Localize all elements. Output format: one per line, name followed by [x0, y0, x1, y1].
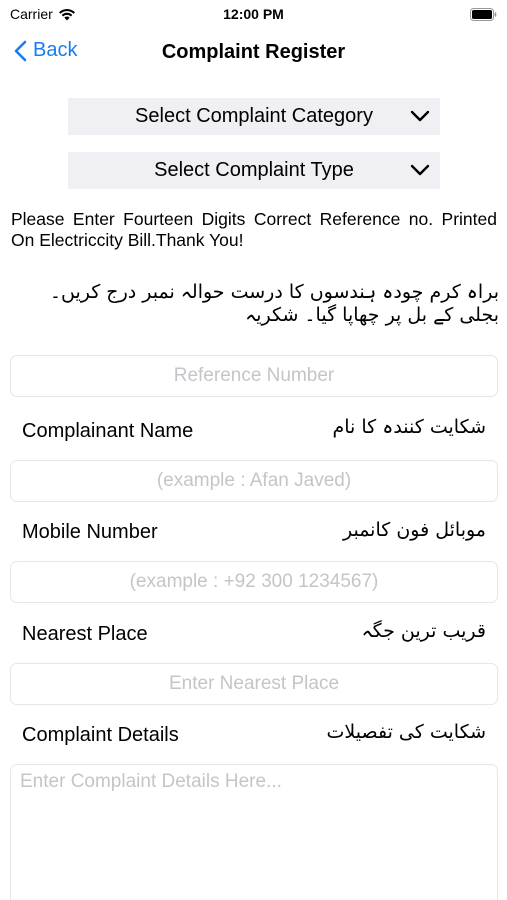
mobile-number-input[interactable] [10, 561, 498, 603]
navigation-bar: Back Complaint Register [0, 34, 507, 72]
reference-notice-english: Please Enter Fourteen Digits Correct Ref… [11, 209, 497, 250]
page-title: Complaint Register [161, 41, 346, 63]
complaint-category-dropdown[interactable]: Select Complaint Category [68, 98, 440, 135]
complaint-details-label: Complaint Details [22, 724, 179, 746]
complainant-name-label-urdu: شکایت کنندہ کا نام [332, 416, 486, 438]
reference-number-input[interactable] [10, 355, 498, 397]
complaint-register-screen: Carrier 12:00 PM Back Complaint Register… [0, 0, 507, 900]
complaint-details-label-urdu: شکایت کی تفصیلات [326, 721, 486, 743]
complainant-name-label: Complainant Name [22, 420, 194, 442]
complaint-type-label: Select Complaint Type [154, 159, 354, 181]
chevron-down-icon [410, 164, 430, 176]
status-time: 12:00 PM [223, 6, 284, 22]
chevron-down-icon [410, 110, 430, 122]
nearest-place-label: Nearest Place [22, 623, 148, 645]
battery-icon [470, 8, 497, 21]
mobile-number-label-urdu: موبائل فون کانمبر [342, 519, 486, 541]
nearest-place-input[interactable] [10, 663, 498, 705]
complaint-category-label: Select Complaint Category [135, 105, 373, 127]
mobile-number-label: Mobile Number [22, 521, 158, 543]
complainant-name-input[interactable] [10, 460, 498, 502]
reference-notice-urdu: براہ کرم چودہ ہندسوں کا درست حوالہ نمبر … [49, 281, 499, 326]
nearest-place-label-urdu: قریب ترین جگہ [361, 620, 486, 642]
status-bar: Carrier 12:00 PM [0, 0, 507, 30]
complaint-type-dropdown[interactable]: Select Complaint Type [68, 152, 440, 189]
complaint-details-textarea[interactable] [10, 764, 498, 900]
